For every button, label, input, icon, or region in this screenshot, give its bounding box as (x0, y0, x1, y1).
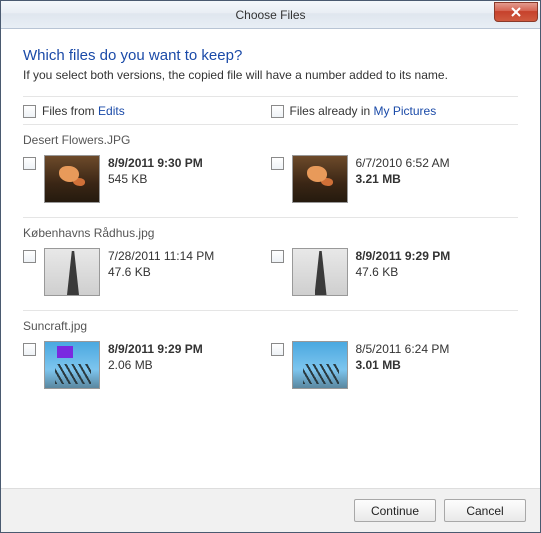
select-all-source-checkbox[interactable] (23, 105, 36, 118)
file-option-dest[interactable]: 6/7/2010 6:52 AM3.21 MB (271, 153, 519, 205)
file-meta: 6/7/2010 6:52 AM3.21 MB (356, 155, 450, 187)
file-group: Københavns Rådhus.jpg7/28/2011 11:14 PM4… (23, 218, 518, 311)
file-date: 8/5/2011 6:24 PM (356, 341, 450, 357)
column-header-source: Files from Edits (23, 103, 271, 118)
file-meta: 8/9/2011 9:30 PM545 KB (108, 155, 203, 187)
file-thumbnail (44, 248, 100, 296)
titlebar: Choose Files (1, 1, 540, 29)
column-header-dest: Files already in My Pictures (271, 103, 519, 118)
file-pair: 7/28/2011 11:14 PM47.6 KB8/9/2011 9:29 P… (23, 246, 518, 298)
file-checkbox[interactable] (23, 343, 36, 356)
content-area: Which files do you want to keep? If you … (1, 29, 540, 488)
file-meta: 8/9/2011 9:29 PM2.06 MB (108, 341, 203, 373)
file-group: Suncraft.jpg 8/9/2011 9:29 PM2.06 MB 8/5/2… (23, 311, 518, 403)
file-pair: 8/9/2011 9:29 PM2.06 MB 8/5/2011 6:24 PM3… (23, 339, 518, 391)
file-option-source[interactable]: 8/9/2011 9:29 PM2.06 MB (23, 339, 271, 391)
file-option-dest[interactable]: 8/5/2011 6:24 PM3.01 MB (271, 339, 519, 391)
file-meta: 8/5/2011 6:24 PM3.01 MB (356, 341, 450, 373)
file-meta: 7/28/2011 11:14 PM47.6 KB (108, 248, 214, 280)
file-date: 8/9/2011 9:29 PM (108, 341, 203, 357)
heading: Which files do you want to keep? (23, 47, 518, 64)
select-all-dest-checkbox[interactable] (271, 105, 284, 118)
file-thumbnail (292, 341, 348, 389)
file-size: 47.6 KB (108, 264, 214, 280)
file-thumbnail (44, 341, 100, 389)
file-size: 47.6 KB (356, 264, 451, 280)
file-size: 3.21 MB (356, 171, 450, 187)
file-checkbox[interactable] (271, 343, 284, 356)
file-size: 545 KB (108, 171, 203, 187)
cancel-button[interactable]: Cancel (444, 499, 526, 522)
file-option-dest[interactable]: 8/9/2011 9:29 PM47.6 KB (271, 246, 519, 298)
file-date: 7/28/2011 11:14 PM (108, 248, 214, 264)
file-size: 2.06 MB (108, 357, 203, 373)
file-groups: Desert Flowers.JPG 8/9/2011 9:30 PM545 KB… (23, 125, 518, 403)
close-button[interactable] (494, 2, 538, 22)
file-group-title: Suncraft.jpg (23, 319, 518, 333)
file-group-title: Desert Flowers.JPG (23, 133, 518, 147)
file-meta: 8/9/2011 9:29 PM47.6 KB (356, 248, 451, 280)
file-thumbnail (292, 248, 348, 296)
file-option-source[interactable]: 7/28/2011 11:14 PM47.6 KB (23, 246, 271, 298)
file-date: 8/9/2011 9:30 PM (108, 155, 203, 171)
file-pair: 8/9/2011 9:30 PM545 KB 6/7/2010 6:52 AM3.… (23, 153, 518, 205)
file-date: 8/9/2011 9:29 PM (356, 248, 451, 264)
file-size: 3.01 MB (356, 357, 450, 373)
file-checkbox[interactable] (271, 250, 284, 263)
columns-header-row: Files from Edits Files already in My Pic… (23, 96, 518, 125)
file-checkbox[interactable] (23, 250, 36, 263)
close-icon (511, 7, 521, 17)
footer: Continue Cancel (1, 488, 540, 532)
file-option-source[interactable]: 8/9/2011 9:30 PM545 KB (23, 153, 271, 205)
column-header-source-prefix: Files from (42, 104, 98, 118)
file-checkbox[interactable] (271, 157, 284, 170)
source-folder-link[interactable]: Edits (98, 104, 125, 118)
file-group: Desert Flowers.JPG 8/9/2011 9:30 PM545 KB… (23, 125, 518, 218)
file-thumbnail (44, 155, 100, 203)
file-date: 6/7/2010 6:52 AM (356, 155, 450, 171)
column-header-dest-prefix: Files already in (290, 104, 374, 118)
dialog-window: Choose Files Which files do you want to … (0, 0, 541, 533)
file-checkbox[interactable] (23, 157, 36, 170)
continue-button[interactable]: Continue (354, 499, 436, 522)
subheading: If you select both versions, the copied … (23, 68, 518, 82)
dest-folder-link[interactable]: My Pictures (374, 104, 437, 118)
file-thumbnail (292, 155, 348, 203)
file-group-title: Københavns Rådhus.jpg (23, 226, 518, 240)
window-title: Choose Files (1, 8, 540, 22)
